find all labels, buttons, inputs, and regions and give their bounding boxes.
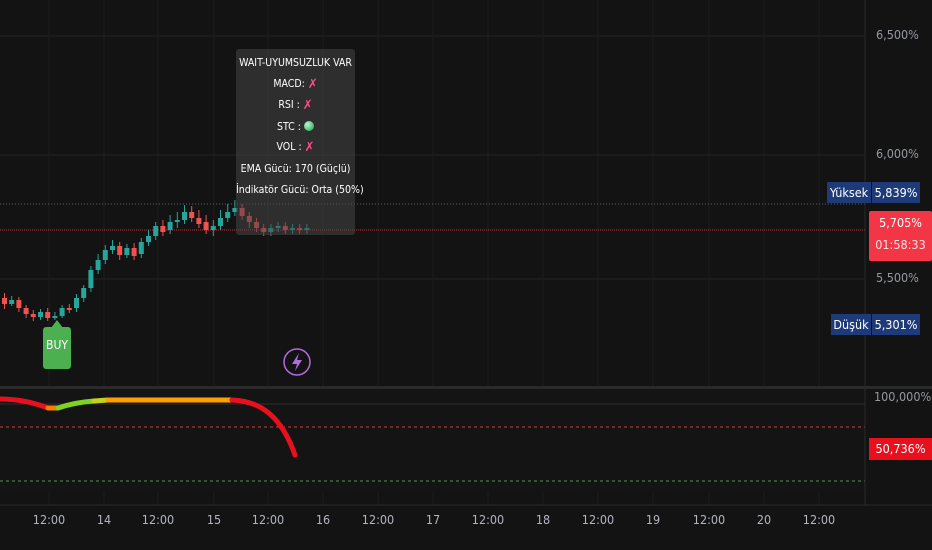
- x-mark-icon: ✗: [307, 76, 318, 92]
- candle: [88, 266, 94, 292]
- candle: [210, 220, 216, 236]
- time-tick-label: 12:00: [692, 512, 726, 527]
- green-dot-icon: [303, 120, 314, 131]
- candle: [131, 243, 137, 260]
- price-tick-6500: 6,500%: [876, 27, 919, 42]
- time-tick-label: 12:00: [361, 512, 395, 527]
- indicator-tick-top: 100,000%: [874, 389, 932, 404]
- time-tick-label: 17: [425, 512, 441, 527]
- vol-row: VOL : ✗: [236, 137, 355, 159]
- x-mark-icon: ✗: [304, 140, 315, 156]
- macd-row: MACD: ✗: [236, 74, 355, 96]
- lightning-icon[interactable]: [283, 348, 311, 376]
- candle: [38, 309, 43, 320]
- time-tick-label: 16: [315, 512, 331, 527]
- signal-title: WAIT-UYUMSUZLUK VAR: [239, 57, 352, 69]
- buy-label: BUY: [46, 338, 68, 352]
- current-price-value: 5,705%: [879, 215, 922, 230]
- candle: [117, 242, 123, 260]
- price-tick-5500: 5,500%: [876, 270, 919, 285]
- time-tick-label: 18: [535, 512, 551, 527]
- current-price-badge: 5,705% 01:58:33: [869, 211, 932, 261]
- time-tick-label: 12:00: [251, 512, 285, 527]
- indicator-strength: İndikatör Gücü: Orta (50%): [236, 183, 364, 196]
- time-tick-label: 12:00: [581, 512, 615, 527]
- pane-separator[interactable]: [0, 386, 932, 389]
- time-tick-label: 20: [756, 512, 772, 527]
- candle: [9, 296, 15, 306]
- low-label: Düşük: [831, 314, 871, 335]
- candle: [167, 215, 173, 234]
- price-countdown: 01:58:33: [875, 237, 926, 252]
- candle: [218, 210, 223, 230]
- time-tick-label: 12:00: [471, 512, 505, 527]
- candle: [95, 254, 101, 274]
- high-label: Yüksek: [827, 182, 871, 203]
- candle: [160, 220, 166, 236]
- time-tick-label: 12:00: [32, 512, 66, 527]
- time-tick-label: 12:00: [802, 512, 836, 527]
- vol-label: VOL :: [276, 141, 302, 154]
- x-mark-icon: ✗: [302, 98, 313, 114]
- candle: [182, 205, 187, 224]
- candle: [81, 285, 87, 302]
- candle: [225, 204, 231, 222]
- time-tick-label: 19: [645, 512, 661, 527]
- candle: [138, 238, 144, 258]
- candle: [189, 206, 195, 222]
- candle: [153, 222, 159, 240]
- candle: [30, 310, 36, 321]
- candle: [52, 312, 58, 320]
- high-value: 5,839%: [872, 182, 920, 203]
- ema-strength: EMA Gücü: 170 (Güçlü): [240, 162, 351, 175]
- candle: [203, 215, 209, 234]
- signal-info-panel: WAIT-UYUMSUZLUK VAR MACD: ✗ RSI : ✗ STC : …: [236, 49, 364, 235]
- candle: [16, 297, 22, 312]
- rsi-row: RSI : ✗: [236, 95, 355, 117]
- candle: [2, 293, 7, 309]
- low-value: 5,301%: [872, 314, 920, 335]
- candle: [124, 244, 130, 258]
- candle: [66, 304, 72, 313]
- stc-row: STC :: [236, 117, 355, 138]
- macd-label: MACD:: [273, 77, 305, 90]
- chart-canvas[interactable]: [0, 0, 932, 550]
- price-tick-6000: 6,000%: [876, 146, 919, 161]
- time-tick-label: 15: [206, 512, 222, 527]
- indicator-current-value: 50,736%: [869, 438, 932, 460]
- time-tick-label: 14: [96, 512, 112, 527]
- candle: [23, 305, 29, 318]
- candle: [196, 210, 202, 228]
- candle: [110, 240, 115, 254]
- candle: [146, 230, 151, 246]
- candle: [74, 294, 79, 312]
- candle: [174, 212, 180, 228]
- time-tick-label: 12:00: [141, 512, 175, 527]
- rsi-label: RSI :: [278, 99, 300, 112]
- candle: [59, 305, 65, 318]
- stc-label: STC :: [277, 120, 301, 133]
